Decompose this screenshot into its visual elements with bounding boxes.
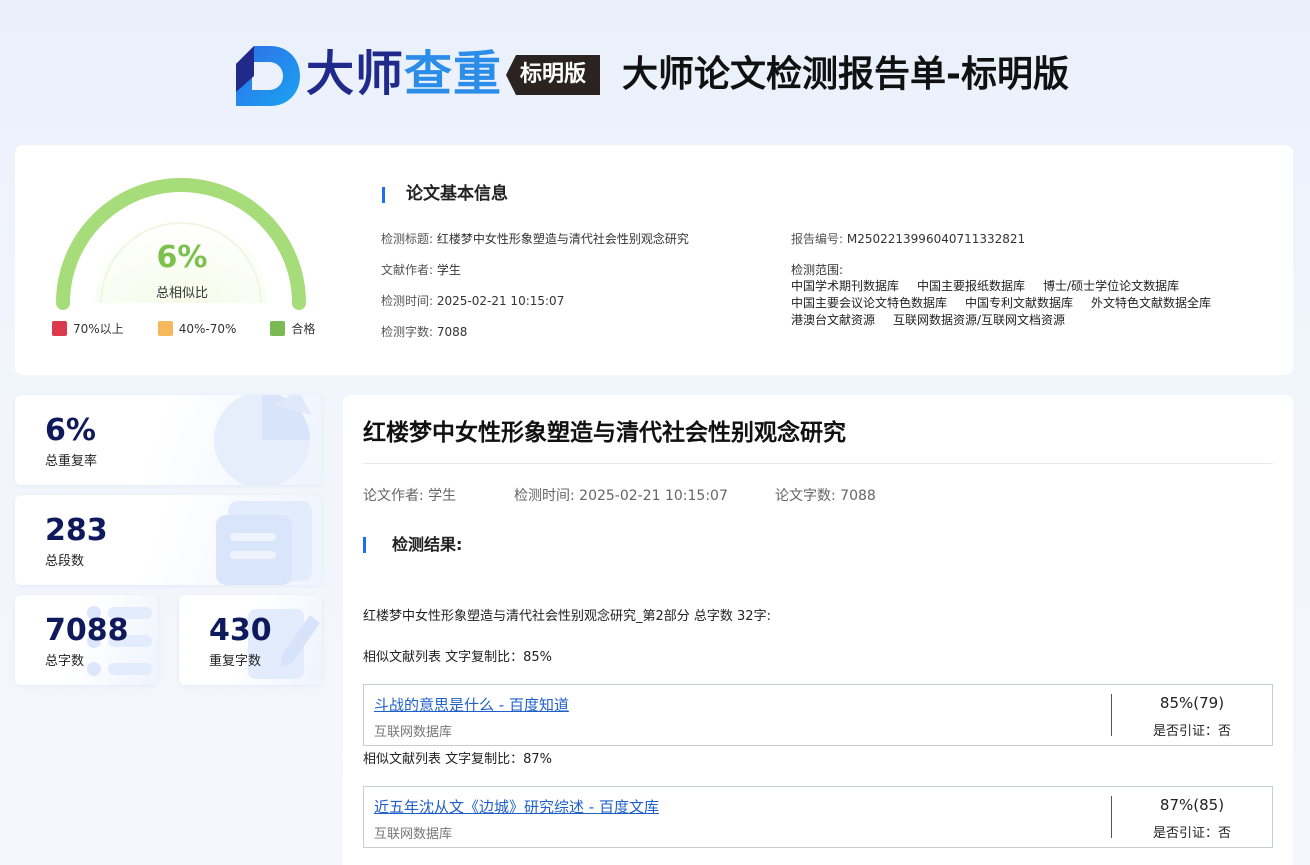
similar-document-source: 互联网数据库 — [374, 725, 453, 740]
info-title-row: 检测标题: 红楼梦中女性形象塑造与清代社会性别观念研究 — [381, 231, 689, 262]
report-title: 大师论文检测报告单-标明版 — [622, 54, 1069, 95]
similar-document-percent: 85%(79) — [1159, 694, 1225, 712]
info-left-column: 检测标题: 红楼梦中女性形象塑造与清代社会性别观念研究 文献作者: 学生 检测时… — [381, 231, 689, 355]
edition-badge-label: 标明版 — [520, 62, 587, 87]
brand-part1: 大师 — [306, 46, 405, 102]
info-time-row: 检测时间: 2025-02-21 10:15:07 — [381, 293, 689, 324]
part-summary: 红楼梦中女性形象塑造与清代社会性别观念研究_第2部分 总字数 32字: — [363, 609, 771, 624]
info-scope-list: 中国学术期刊数据库 中国主要报纸数据库 博士/硕士学位论文数据库 中国主要会议论文特… — [791, 278, 1229, 329]
similar-document-row: 斗战的意思是什么 - 百度知道 互联网数据库 85%(79) 是否引证：否 — [363, 684, 1273, 746]
basic-info-card: 6% 总相似比 70%以上 40%-70% 合格 论文基本信息 检测标题: 红楼… — [15, 145, 1293, 375]
similar-document-source: 互联网数据库 — [374, 827, 453, 842]
stat-label: 总重复率 — [45, 454, 98, 469]
scope-item: 港澳台文献资源 — [791, 313, 876, 327]
scope-item: 中国主要会议论文特色数据库 — [791, 296, 948, 310]
legend-swatch-pass — [270, 321, 286, 336]
stat-card-repeat-words: 430 重复字数 — [179, 595, 322, 685]
stat-value: 6% — [45, 413, 96, 448]
legend-label-pass: 合格 — [291, 322, 316, 336]
info-scope-label: 检测范围: — [791, 263, 844, 277]
brand-part2: 查重 — [404, 46, 503, 102]
similarity-percent: 6% — [156, 240, 208, 275]
similarity-label: 总相似比 — [155, 286, 208, 301]
stat-value: 430 — [209, 613, 272, 648]
scope-row: 中国学术期刊数据库 中国主要报纸数据库 博士/硕士学位论文数据库 — [791, 278, 1229, 295]
detection-result-card: 红楼梦中女性形象塑造与清代社会性别观念研究 论文作者: 学生 检测时间: 202… — [343, 395, 1293, 865]
similar-document-link[interactable]: 近五年沈从文《边城》研究综述 - 百度文库 — [374, 796, 659, 817]
info-author-row: 文献作者: 学生 — [381, 262, 689, 293]
report-header: 大师查重 标明版 大师论文检测报告单-标明版 — [0, 0, 1310, 145]
info-title-value: 红楼梦中女性形象塑造与清代社会性别观念研究 — [436, 232, 689, 246]
brand-d-logo-icon — [236, 46, 300, 106]
paper-check-time: 检测时间: 2025-02-21 10:15:07 — [514, 488, 728, 504]
info-author-value: 学生 — [436, 263, 461, 277]
scope-item: 外文特色文献数据全库 — [1091, 296, 1212, 310]
stat-value: 7088 — [45, 613, 129, 648]
stat-card-total-paragraphs: 283 总段数 — [15, 495, 322, 585]
scope-item: 互联网数据资源/互联网文档资源 — [893, 313, 1066, 327]
info-words-value: 7088 — [436, 325, 468, 339]
legend-swatch-medium — [157, 321, 173, 336]
legend-item-high: 70%以上 — [52, 320, 124, 337]
paper-title: 红楼梦中女性形象塑造与清代社会性别观念研究 — [363, 420, 846, 446]
brand-name: 大师查重 — [306, 44, 502, 104]
similar-document-cited: 是否引证：否 — [1152, 826, 1231, 841]
scope-item: 博士/硕士学位论文数据库 — [1043, 279, 1180, 293]
info-words-row: 检测字数: 7088 — [381, 324, 689, 355]
title-divider — [363, 463, 1273, 464]
legend-item-pass: 合格 — [270, 320, 315, 337]
legend-label-high: 70%以上 — [73, 322, 124, 336]
info-author-label: 文献作者: — [381, 263, 434, 277]
document-stack-icon — [216, 501, 312, 585]
pie-chart-icon — [214, 395, 312, 485]
scope-row: 中国主要会议论文特色数据库 中国专利文献数据库 外文特色文献数据全库 — [791, 295, 1229, 312]
legend-item-medium: 40%-70% — [157, 320, 237, 337]
scope-item: 中国主要报纸数据库 — [917, 279, 1026, 293]
info-time-label: 检测时间: — [381, 294, 434, 308]
gauge-legend: 70%以上 40%-70% 合格 — [52, 320, 349, 337]
scope-row: 港澳台文献资源 互联网数据资源/互联网文档资源 — [791, 312, 1229, 329]
result-heading: 检测结果: — [363, 534, 462, 556]
info-report-no-value: M2502213996040711332821 — [846, 232, 1026, 246]
stat-label: 总字数 — [45, 654, 85, 669]
legend-label-medium: 40%-70% — [178, 321, 237, 336]
info-words-label: 检测字数: — [381, 325, 434, 339]
stat-value: 283 — [45, 513, 108, 548]
stat-card-total-words: 7088 总字数 — [15, 595, 158, 685]
similar-document-percent: 87%(85) — [1159, 796, 1225, 814]
stat-label: 总段数 — [45, 554, 85, 569]
stat-card-total-repeat-rate: 6% 总重复率 — [15, 395, 322, 485]
similar-list-caption: 相似文献列表 文字复制比：87% — [363, 752, 553, 767]
info-report-no-label: 报告编号: — [791, 232, 844, 246]
info-time-value: 2025-02-21 10:15:07 — [436, 294, 565, 308]
info-right-column: 报告编号: M2502213996040711332821 检测范围: 中国学术… — [791, 231, 1229, 329]
similar-list-caption: 相似文献列表 文字复制比：85% — [363, 650, 553, 665]
paper-author: 论文作者: 学生 — [363, 488, 457, 504]
similar-document-cited: 是否引证：否 — [1152, 724, 1231, 739]
similar-document-link[interactable]: 斗战的意思是什么 - 百度知道 — [374, 694, 569, 715]
scope-item: 中国专利文献数据库 — [965, 296, 1074, 310]
legend-swatch-high — [52, 321, 67, 336]
info-report-no-row: 报告编号: M2502213996040711332821 — [791, 231, 1229, 262]
stat-label: 重复字数 — [209, 654, 262, 669]
info-title-label: 检测标题: — [381, 232, 434, 246]
basic-info-heading: 论文基本信息 — [382, 183, 508, 205]
edition-badge: 标明版 — [506, 55, 600, 95]
similar-document-row: 近五年沈从文《边城》研究综述 - 百度文库 互联网数据库 87%(85) 是否引… — [363, 786, 1273, 848]
scope-item: 中国学术期刊数据库 — [791, 279, 900, 293]
paper-word-count: 论文字数: 7088 — [775, 488, 876, 504]
